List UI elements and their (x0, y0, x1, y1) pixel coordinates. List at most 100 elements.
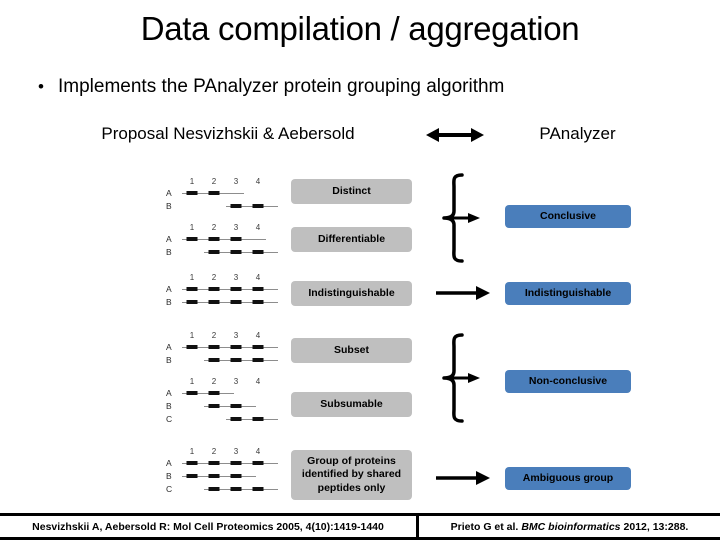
peptide-number: 3 (233, 223, 239, 232)
peptide-number: 3 (233, 331, 239, 340)
proposal-box-indistinguishable[interactable]: Indistinguishable (291, 281, 412, 306)
peptide-segment (252, 358, 264, 362)
protein-label: A (166, 458, 172, 468)
peptide-segment (230, 345, 242, 349)
protein-evidence-row: C (166, 483, 306, 496)
double-headed-arrow-icon (426, 128, 484, 142)
peptide-number: 1 (189, 331, 195, 340)
protein-evidence-row: B (166, 296, 306, 309)
peptide-segment (230, 250, 242, 254)
peptide-segment (252, 417, 264, 421)
peptide-number: 1 (189, 223, 195, 232)
right-arrow-icon (436, 286, 490, 300)
panalyzer-box-non-conclusive[interactable]: Non-conclusive (505, 370, 631, 393)
peptide-number: 1 (189, 273, 195, 282)
peptide-number: 3 (233, 177, 239, 186)
peptide-segment (186, 474, 198, 478)
column-header-panalyzer: PAnalyzer (539, 124, 616, 143)
peptide-number: 2 (211, 331, 217, 340)
column-header-proposal: Proposal Nesvizhskii & Aebersold (101, 124, 355, 143)
protein-label: B (166, 355, 172, 365)
peptide-segment (252, 204, 264, 208)
peptide-segment (230, 287, 242, 291)
protein-label: B (166, 201, 172, 211)
panalyzer-box-conclusive[interactable]: Conclusive (505, 205, 631, 228)
evidence-diagram-indistinguishable: 1 2 3 4 A B (166, 272, 306, 309)
protein-label: B (166, 247, 172, 257)
peptide-number: 1 (189, 377, 195, 386)
proposal-box-subsumable[interactable]: Subsumable (291, 392, 412, 417)
peptide-segment (208, 300, 220, 304)
peptide-segment (230, 237, 242, 241)
peptide-segment (208, 487, 220, 491)
protein-evidence-row: B (166, 200, 306, 213)
panalyzer-box-ambiguous-group[interactable]: Ambiguous group (505, 467, 631, 490)
protein-label: A (166, 388, 172, 398)
peptide-number: 3 (233, 273, 239, 282)
bullet-item: • Implements the PAnalyzer protein group… (38, 76, 698, 98)
evidence-diagram-subsumable: 1 2 3 4 A B C (166, 376, 306, 426)
peptide-segment (186, 287, 198, 291)
right-arrow-icon (436, 471, 490, 485)
peptide-segment (230, 487, 242, 491)
peptide-segment (252, 287, 264, 291)
peptide-segment (230, 358, 242, 362)
protein-evidence-row: B (166, 400, 306, 413)
footer-citation-left: Nesvizhskii A, Aebersold R: Mol Cell Pro… (0, 516, 419, 537)
protein-label: B (166, 297, 172, 307)
peptide-segment (208, 358, 220, 362)
protein-evidence-row: A (166, 457, 306, 470)
protein-evidence-row: B (166, 246, 306, 259)
proposal-box-group-shared-peptides[interactable]: Group of proteins identified by shared p… (291, 450, 412, 500)
footer-citation-right-lead: Prieto G et al. (450, 520, 519, 533)
footer-citation-right-journal: BMC bioinformatics (521, 520, 621, 533)
peptide-segment (186, 461, 198, 465)
proposal-box-differentiable[interactable]: Differentiable (291, 227, 412, 252)
protein-evidence-row: B (166, 354, 306, 367)
peptide-segment (208, 461, 220, 465)
protein-label: C (166, 484, 173, 494)
protein-evidence-row: A (166, 387, 306, 400)
protein-evidence-row: A (166, 341, 306, 354)
peptide-segment (252, 487, 264, 491)
peptide-segment (230, 404, 242, 408)
protein-evidence-row: A (166, 283, 306, 296)
peptide-number: 2 (211, 223, 217, 232)
protein-label: A (166, 284, 172, 294)
peptide-segment (186, 391, 198, 395)
peptide-segment (252, 300, 264, 304)
evidence-diagram-subset: 1 2 3 4 A B (166, 330, 306, 367)
peptide-segment (208, 345, 220, 349)
peptide-number: 3 (233, 377, 239, 386)
peptide-number: 2 (211, 177, 217, 186)
protein-label: A (166, 188, 172, 198)
peptide-number: 3 (233, 447, 239, 456)
protein-evidence-row: C (166, 413, 306, 426)
peptide-number-row: 1 2 3 4 (166, 272, 306, 283)
peptide-number: 1 (189, 447, 195, 456)
peptide-number-row: 1 2 3 4 (166, 330, 306, 341)
evidence-diagram-group-shared-peptides: 1 2 3 4 A B C (166, 446, 306, 496)
peptide-segment (208, 391, 220, 395)
peptide-number-row: 1 2 3 4 (166, 446, 306, 457)
protein-label: A (166, 234, 172, 244)
bullet-item-label: Implements the PAnalyzer protein groupin… (58, 76, 505, 97)
proposal-box-subset[interactable]: Subset (291, 338, 412, 363)
peptide-number: 1 (189, 177, 195, 186)
protein-evidence-row: A (166, 187, 306, 200)
proposal-box-distinct[interactable]: Distinct (291, 179, 412, 204)
peptide-number: 4 (255, 331, 261, 340)
peptide-segment (208, 237, 220, 241)
protein-evidence-row: B (166, 470, 306, 483)
peptide-number-row: 1 2 3 4 (166, 222, 306, 233)
peptide-segment (252, 250, 264, 254)
peptide-segment (230, 417, 242, 421)
peptide-number-row: 1 2 3 4 (166, 376, 306, 387)
evidence-diagram-differentiable: 1 2 3 4 A B (166, 222, 306, 259)
peptide-segment (230, 204, 242, 208)
panalyzer-box-indistinguishable[interactable]: Indistinguishable (505, 282, 631, 305)
protein-label: A (166, 342, 172, 352)
peptide-segment (208, 287, 220, 291)
peptide-segment (186, 191, 198, 195)
peptide-segment (230, 474, 242, 478)
